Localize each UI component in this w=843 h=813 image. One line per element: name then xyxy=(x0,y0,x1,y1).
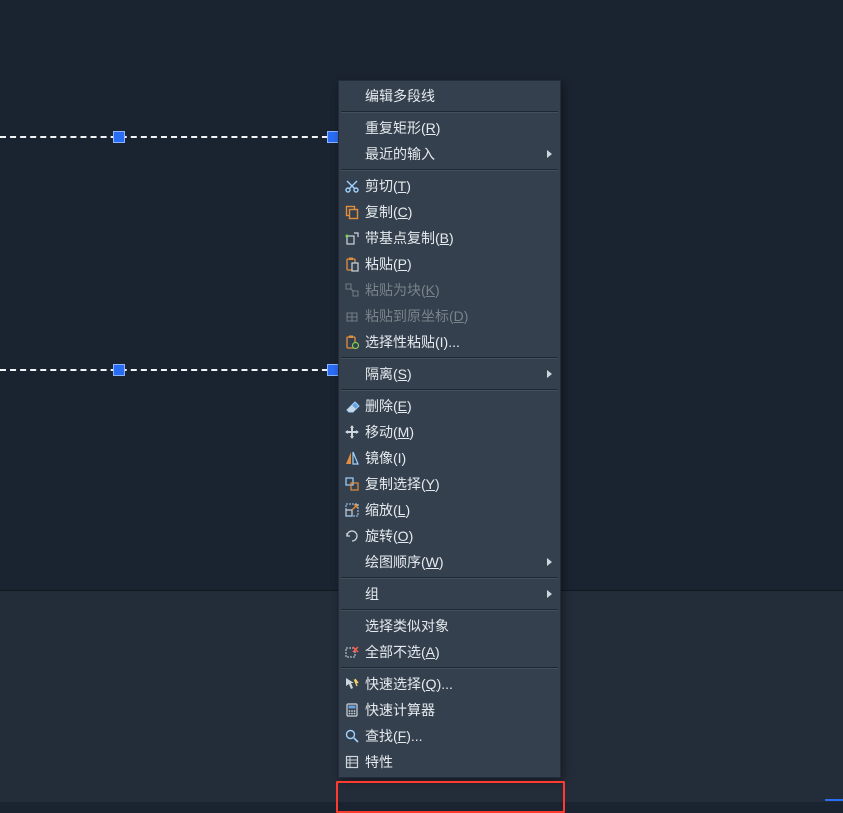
menu-move[interactable]: 移动(M) xyxy=(339,419,560,445)
find-icon xyxy=(339,723,365,749)
deselect-icon xyxy=(339,639,365,665)
menu-find[interactable]: 查找(F)... xyxy=(339,723,560,749)
menu-item-label: 复制选择(Y) xyxy=(365,474,560,494)
menu-item-label: 粘贴(P) xyxy=(365,254,560,274)
menu-select-similar[interactable]: 选择类似对象 xyxy=(339,613,560,639)
menu-item-label: 带基点复制(B) xyxy=(365,228,560,248)
menu-separator xyxy=(341,609,558,611)
menu-repeat-rect[interactable]: 重复矩形(R) xyxy=(339,115,560,141)
grip-handle[interactable] xyxy=(113,131,125,143)
menu-item-label: 快速计算器 xyxy=(365,700,560,720)
blank-icon xyxy=(339,549,365,575)
menu-copy-selection[interactable]: 复制选择(Y) xyxy=(339,471,560,497)
menu-item-label: 隔离(S) xyxy=(365,364,560,384)
menu-cut[interactable]: 剪切(T) xyxy=(339,173,560,199)
menu-separator xyxy=(341,111,558,113)
quick-select-icon xyxy=(339,671,365,697)
menu-separator xyxy=(341,577,558,579)
copy-basepoint-icon xyxy=(339,225,365,251)
menu-item-label: 选择类似对象 xyxy=(365,616,560,636)
menu-isolate[interactable]: 隔离(S) xyxy=(339,361,560,387)
menu-item-label: 镜像(I) xyxy=(365,448,560,468)
calculator-icon xyxy=(339,697,365,723)
blank-icon xyxy=(339,83,365,109)
menu-recent-inputs[interactable]: 最近的输入 xyxy=(339,141,560,167)
menu-item-label: 重复矩形(R) xyxy=(365,118,560,138)
mirror-icon xyxy=(339,445,365,471)
menu-deselect-all[interactable]: 全部不选(A) xyxy=(339,639,560,665)
blank-icon xyxy=(339,581,365,607)
menu-group[interactable]: 组 xyxy=(339,581,560,607)
context-menu: 编辑多段线 重复矩形(R) 最近的输入 剪切(T) 复制(C) 带基点复制(B)… xyxy=(338,80,561,778)
menu-item-label: 全部不选(A) xyxy=(365,642,560,662)
properties-icon xyxy=(339,749,365,775)
menu-separator xyxy=(341,389,558,391)
menu-item-label: 粘贴为块(K) xyxy=(365,280,560,300)
menu-item-label: 最近的输入 xyxy=(365,144,560,164)
menu-item-label: 特性 xyxy=(365,752,560,772)
submenu-arrow-icon xyxy=(547,558,552,566)
menu-copy[interactable]: 复制(C) xyxy=(339,199,560,225)
menu-paste-origcoord: 粘贴到原坐标(D) xyxy=(339,303,560,329)
menu-rotate[interactable]: 旋转(O) xyxy=(339,523,560,549)
menu-item-label: 复制(C) xyxy=(365,202,560,222)
menu-edit-polyline[interactable]: 编辑多段线 xyxy=(339,83,560,109)
menu-item-label: 查找(F)... xyxy=(365,726,560,746)
blank-icon xyxy=(339,115,365,141)
selection-dash-line xyxy=(0,136,338,138)
menu-paste[interactable]: 粘贴(P) xyxy=(339,251,560,277)
eraser-icon xyxy=(339,393,365,419)
selection-dash-line xyxy=(0,369,338,371)
menu-paste-block: 粘贴为块(K) xyxy=(339,277,560,303)
paste-block-icon xyxy=(339,277,365,303)
menu-item-label: 旋转(O) xyxy=(365,526,560,546)
scale-icon xyxy=(339,497,365,523)
menu-item-label: 编辑多段线 xyxy=(365,86,560,106)
grip-handle[interactable] xyxy=(113,364,125,376)
menu-item-label: 缩放(L) xyxy=(365,500,560,520)
menu-item-label: 粘贴到原坐标(D) xyxy=(365,306,560,326)
paste-icon xyxy=(339,251,365,277)
menu-delete[interactable]: 删除(E) xyxy=(339,393,560,419)
menu-quick-calc[interactable]: 快速计算器 xyxy=(339,697,560,723)
menu-draw-order[interactable]: 绘图顺序(W) xyxy=(339,549,560,575)
submenu-arrow-icon xyxy=(547,370,552,378)
paste-special-icon xyxy=(339,329,365,355)
menu-quick-select[interactable]: 快速选择(Q)... xyxy=(339,671,560,697)
menu-item-label: 组 xyxy=(365,584,560,604)
copy-icon xyxy=(339,199,365,225)
menu-item-label: 选择性粘贴(I)... xyxy=(365,332,560,352)
paste-origcoord-icon xyxy=(339,303,365,329)
menu-mirror[interactable]: 镜像(I) xyxy=(339,445,560,471)
menu-copy-basepoint[interactable]: 带基点复制(B) xyxy=(339,225,560,251)
menu-item-label: 绘图顺序(W) xyxy=(365,552,560,572)
menu-separator xyxy=(341,357,558,359)
blank-icon xyxy=(339,361,365,387)
menu-item-label: 快速选择(Q)... xyxy=(365,674,560,694)
menu-paste-special[interactable]: 选择性粘贴(I)... xyxy=(339,329,560,355)
submenu-arrow-icon xyxy=(547,150,552,158)
blank-icon xyxy=(339,141,365,167)
submenu-arrow-icon xyxy=(547,590,552,598)
menu-properties[interactable]: 特性 xyxy=(339,749,560,775)
menu-scale[interactable]: 缩放(L) xyxy=(339,497,560,523)
rotate-icon xyxy=(339,523,365,549)
menu-item-label: 剪切(T) xyxy=(365,176,560,196)
move-icon xyxy=(339,419,365,445)
menu-separator xyxy=(341,169,558,171)
copy-selection-icon xyxy=(339,471,365,497)
scissors-icon xyxy=(339,173,365,199)
blank-icon xyxy=(339,613,365,639)
menu-item-label: 移动(M) xyxy=(365,422,560,442)
menu-separator xyxy=(341,667,558,669)
menu-item-label: 删除(E) xyxy=(365,396,560,416)
